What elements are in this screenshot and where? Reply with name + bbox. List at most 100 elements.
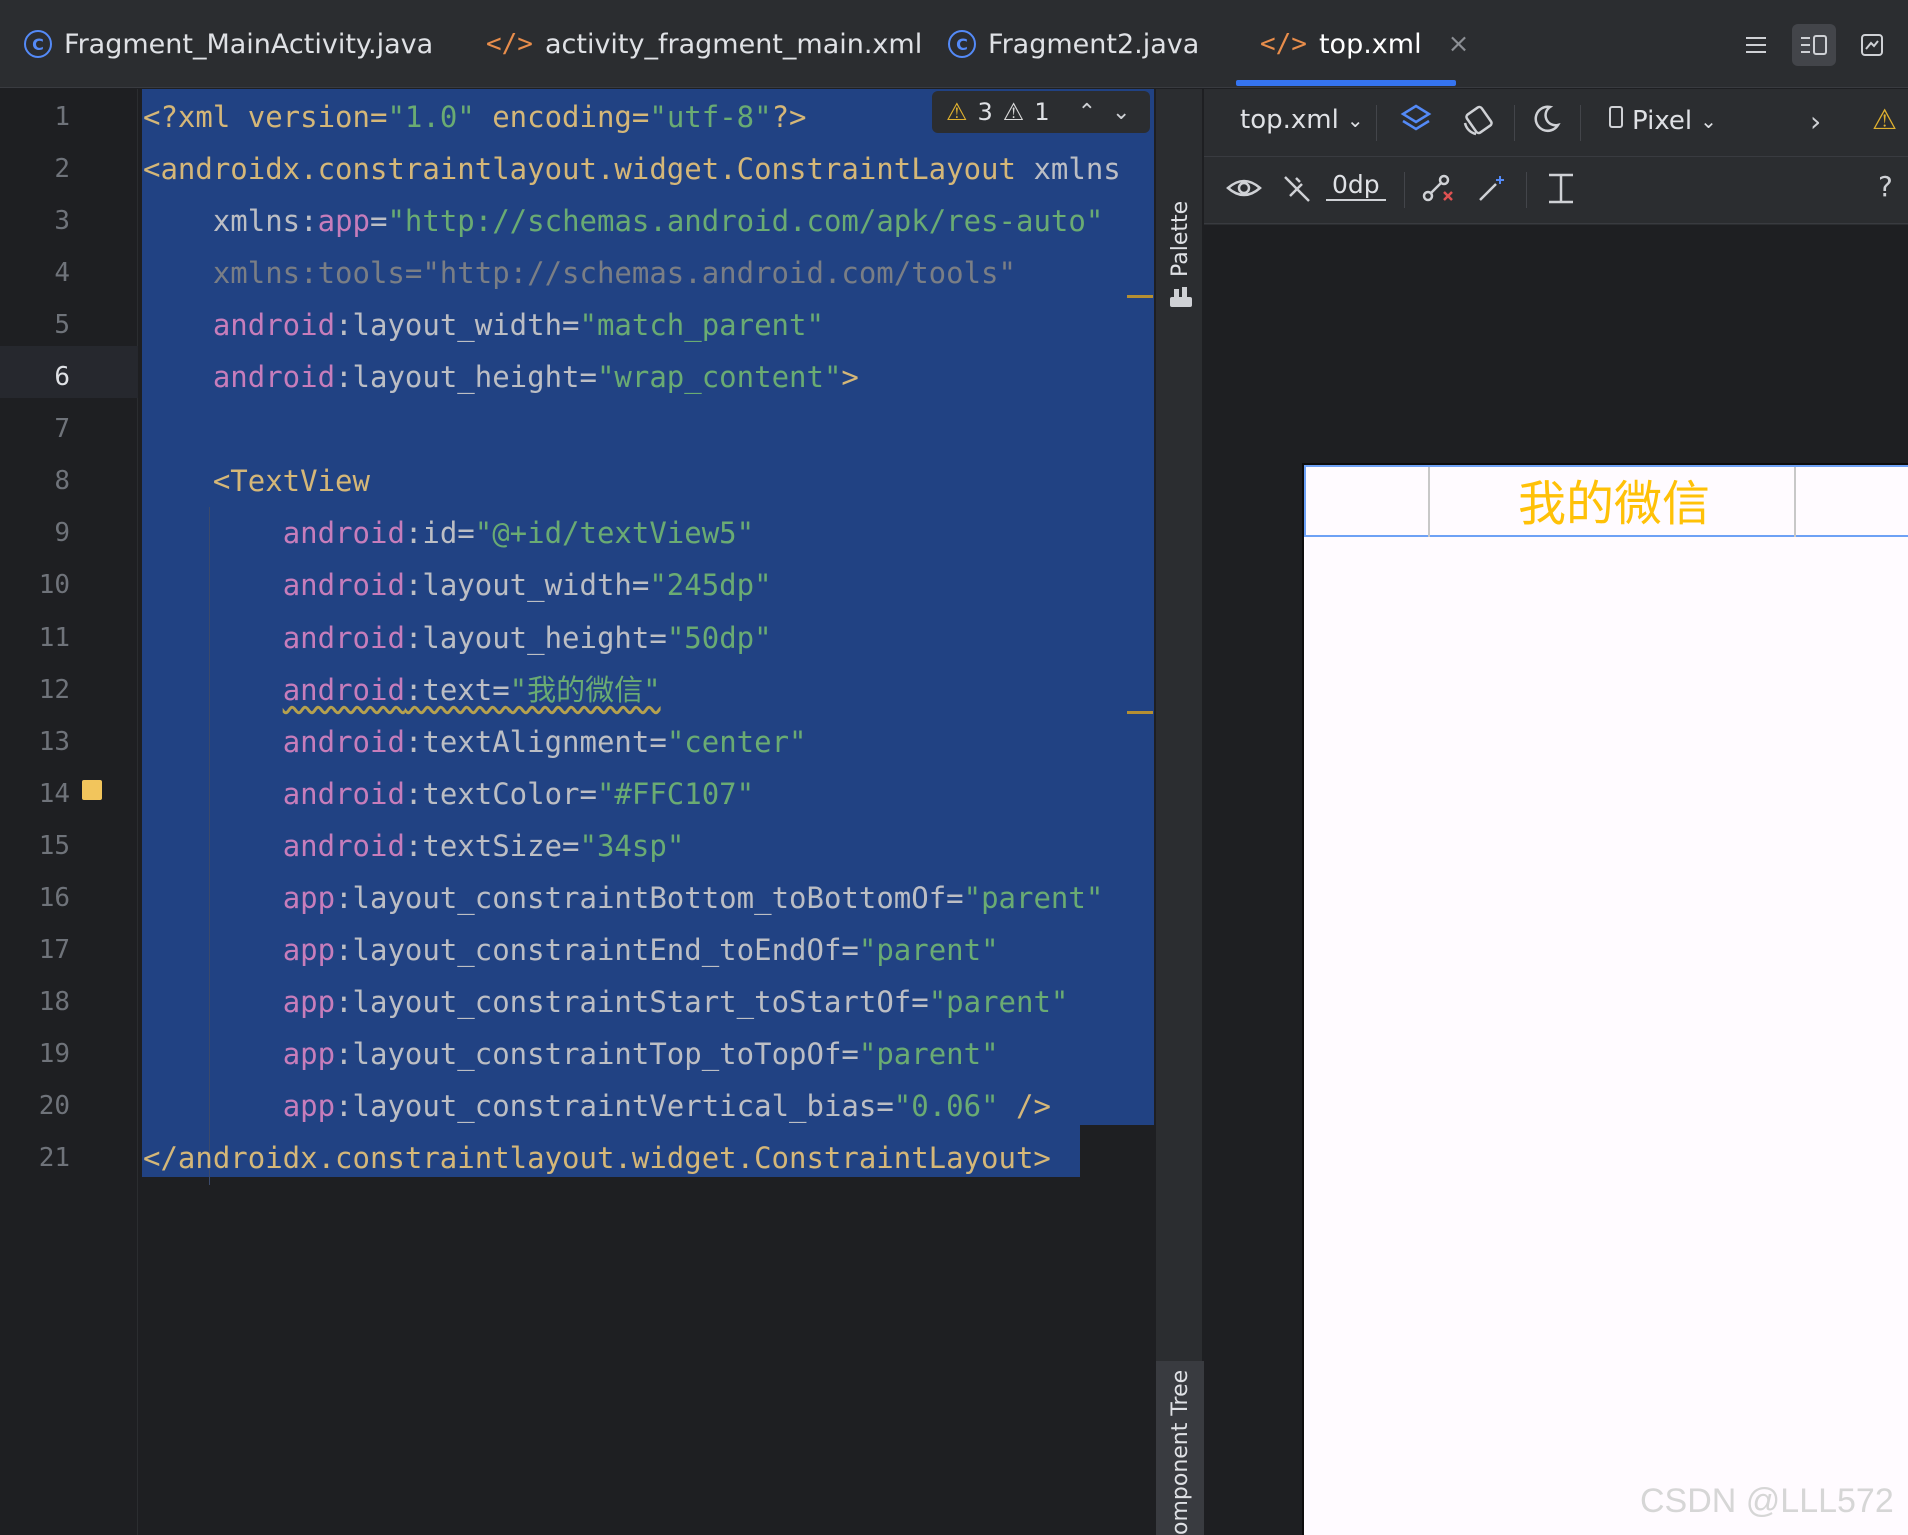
code-token: "match_parent" (579, 308, 824, 343)
code-line[interactable]: app:layout_constraintStart_toStartOf="pa… (143, 976, 1069, 1028)
default-margin-field[interactable]: 0dp (1326, 170, 1386, 201)
tab-top-xml[interactable]: </> top.xml × (1260, 0, 1469, 88)
line-number[interactable]: 16 (0, 872, 70, 924)
code-line[interactable]: app:layout_constraintEnd_toEndOf="parent… (143, 924, 999, 976)
code-line[interactable]: app:layout_constraintBottom_toBottomOf="… (143, 872, 1104, 924)
code-line[interactable]: xmlns:tools="http://schemas.android.com/… (143, 247, 1016, 299)
tab-label: Fragment_MainActivity.java (64, 28, 434, 60)
code-line[interactable]: android:layout_width="match_parent" (143, 299, 824, 351)
code-token: :textColor= (404, 776, 597, 811)
line-number[interactable]: 9 (0, 507, 70, 559)
textview-preview[interactable]: 我的微信 (1431, 467, 1797, 537)
line-number[interactable]: 11 (0, 612, 70, 664)
next-highlight-icon[interactable]: ⌄ (1112, 100, 1130, 125)
code-token: encoding= (474, 100, 650, 134)
line-number[interactable]: 18 (0, 976, 70, 1028)
split-view-icon[interactable] (1792, 24, 1836, 66)
guidelines-icon[interactable] (1546, 172, 1576, 213)
line-number[interactable]: 21 (0, 1132, 70, 1184)
file-selector[interactable]: top.xml ⌄ (1240, 105, 1364, 135)
line-number[interactable]: 15 (0, 820, 70, 872)
tab-activity-fragment-main[interactable]: </> activity_fragment_main.xml (486, 0, 922, 88)
line-number[interactable]: 1 (0, 91, 70, 143)
code-line[interactable]: <?xml version="1.0" encoding="utf-8"?> (143, 91, 807, 143)
tab-fragment-mainactivity[interactable]: C Fragment_MainActivity.java (24, 0, 433, 88)
code-token: :textAlignment= (404, 724, 667, 759)
warning-icon[interactable]: ⚠ (1872, 103, 1897, 136)
line-number[interactable]: 19 (0, 1028, 70, 1080)
line-number[interactable]: 7 (0, 403, 70, 455)
code-line[interactable]: android:textSize="34sp" (143, 820, 685, 872)
eye-icon[interactable] (1226, 174, 1262, 211)
code-line[interactable]: xmlns:app="http://schemas.android.com/ap… (143, 195, 1103, 247)
code-line[interactable]: android:text="我的微信" (143, 664, 661, 716)
design-surface-icon[interactable] (1400, 103, 1432, 142)
device-preview[interactable]: 我的微信 (1302, 463, 1908, 1535)
editor-tab-bar: C Fragment_MainActivity.java </> activit… (0, 0, 1908, 88)
constraint-layout-bounds[interactable]: 我的微信 (1304, 465, 1908, 537)
line-number[interactable]: 6 (0, 351, 70, 403)
code-line[interactable]: android:id="@+id/textView5" (143, 507, 754, 559)
code-line[interactable]: </androidx.constraintlayout.widget.Const… (143, 1132, 1051, 1184)
code-line[interactable]: <androidx.constraintlayout.widget.Constr… (143, 143, 1121, 195)
orientation-icon[interactable] (1462, 103, 1496, 144)
help-icon[interactable]: ? (1878, 170, 1893, 203)
chevron-right-icon[interactable]: › (1810, 105, 1821, 138)
line-number-gutter[interactable]: 1 2 3 4 5 6 7 8 9 10 11 12 13 14 15 16 17 18 19 20 21 (0, 89, 138, 1535)
code-token: app (317, 204, 370, 239)
code-line[interactable]: app:layout_constraintVertical_bias="0.06… (143, 1080, 1051, 1132)
line-number[interactable]: 4 (0, 247, 70, 299)
line-number[interactable]: 8 (0, 455, 70, 507)
code-token: android (282, 672, 405, 707)
code-line[interactable]: android:textAlignment="center" (143, 716, 807, 768)
line-number[interactable]: 10 (0, 559, 70, 611)
line-number[interactable]: 3 (0, 195, 70, 247)
palette-tab[interactable]: Palette (1168, 201, 1193, 277)
line-number[interactable]: 20 (0, 1080, 70, 1132)
color-swatch-icon[interactable] (82, 780, 102, 800)
line-number[interactable]: 17 (0, 924, 70, 976)
code-token: android (282, 776, 405, 811)
code-line[interactable]: android:textColor="#FFC107" (143, 768, 754, 820)
code-line[interactable]: android:layout_height="wrap_content"> (143, 351, 859, 403)
code-token: xmlns (1015, 152, 1121, 187)
palette-icon[interactable] (1170, 287, 1192, 307)
code-token: "#FFC107" (596, 776, 755, 811)
line-number[interactable]: 12 (0, 664, 70, 716)
file-selector-label: top.xml (1240, 105, 1339, 135)
side-tool-strip: Palette omponent Tree (1155, 89, 1204, 1535)
night-mode-icon[interactable] (1530, 103, 1562, 142)
xml-icon: </> (486, 29, 533, 59)
warning-icon: ⚠ (946, 98, 968, 126)
line-number[interactable]: 5 (0, 299, 70, 351)
code-editor[interactable]: 1 2 3 4 5 6 7 8 9 10 11 12 13 14 15 16 17 18 19 20 21 <?xml … (0, 89, 1155, 1535)
line-number[interactable]: 14 (0, 768, 70, 820)
autoconnect-off-icon[interactable] (1282, 174, 1312, 211)
close-icon[interactable]: × (1448, 29, 1470, 59)
code-line[interactable]: <TextView (143, 455, 370, 507)
clear-constraints-icon[interactable] (1422, 174, 1454, 211)
inspection-widget[interactable]: ⚠ 3 ⚠ 1 ⌃ ⌄ (932, 91, 1150, 133)
java-class-icon: C (948, 30, 976, 58)
tab-label: Fragment2.java (988, 28, 1200, 60)
code-line[interactable]: app:layout_constraintTop_toTopOf="parent… (143, 1028, 999, 1080)
code-line[interactable]: android:layout_height="50dp" (143, 612, 772, 664)
previous-highlight-icon[interactable]: ⌃ (1078, 100, 1096, 125)
line-number[interactable]: 2 (0, 143, 70, 195)
tab-fragment2[interactable]: C Fragment2.java (948, 0, 1199, 88)
component-tree-tab[interactable]: omponent Tree (1168, 1370, 1193, 1535)
design-view-icon[interactable] (1850, 24, 1894, 66)
design-canvas[interactable]: 我的微信 (1204, 225, 1908, 1535)
device-selector[interactable]: Pixel ⌄ (1608, 105, 1717, 136)
infer-constraints-icon[interactable] (1476, 174, 1508, 211)
code-token: app (282, 880, 336, 915)
textview-left-edge (1428, 467, 1430, 537)
code-line[interactable]: android:layout_width="245dp" (143, 559, 772, 611)
line-number[interactable]: 13 (0, 716, 70, 768)
chevron-down-icon: ⌄ (1346, 108, 1364, 132)
code-view-icon[interactable] (1734, 24, 1778, 66)
code-token: :textSize= (404, 828, 580, 863)
